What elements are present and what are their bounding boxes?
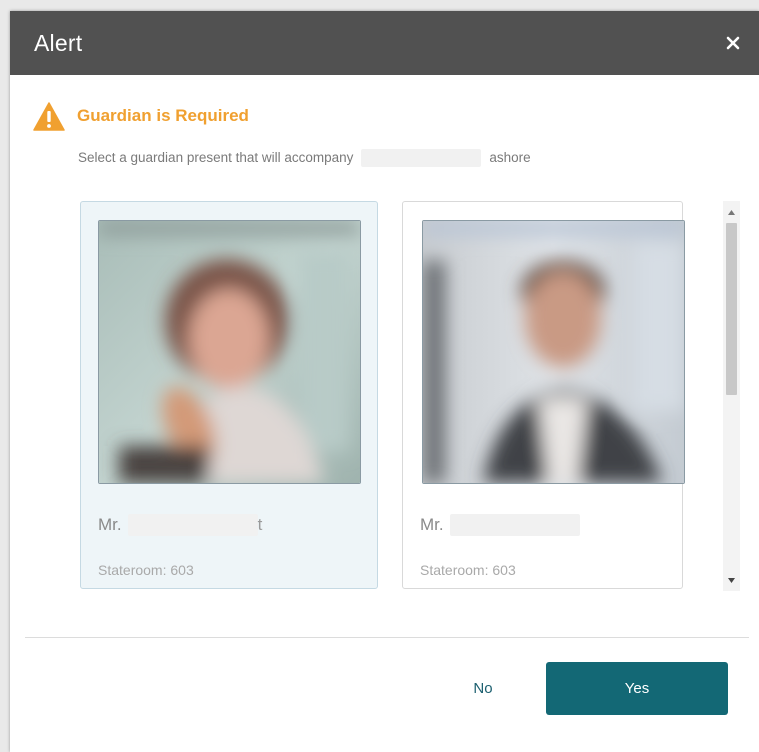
guardian-salutation-1: Mr. <box>98 515 122 534</box>
message-prefix: Select a guardian present that will acco… <box>78 150 354 165</box>
close-icon <box>726 36 740 50</box>
dialog-titlebar: Alert <box>10 11 759 75</box>
warning-icon <box>33 102 65 131</box>
scroll-down-icon <box>728 577 735 583</box>
redacted-guardian-name-1 <box>127 514 258 536</box>
guardian-name-2: Mr. <box>420 514 580 536</box>
scroll-up-button[interactable] <box>723 203 740 221</box>
guardian-salutation-2: Mr. <box>420 515 444 534</box>
guardian-stateroom-2: Stateroom: 603 <box>420 562 516 578</box>
alert-dialog: Alert Guardian is Required Select a guar… <box>10 11 759 752</box>
guardian-photo-1 <box>98 220 361 484</box>
scroll-thumb[interactable] <box>726 223 737 395</box>
scroll-down-button[interactable] <box>723 571 740 589</box>
yes-button[interactable]: Yes <box>546 662 728 715</box>
redacted-passenger-name <box>361 149 482 167</box>
alert-heading: Guardian is Required <box>77 106 249 125</box>
guardian-stateroom-1: Stateroom: 603 <box>98 562 194 578</box>
guardian-name-suffix-1: t <box>257 515 263 534</box>
guardian-name-1: Mr. t <box>98 514 262 536</box>
dialog-title: Alert <box>34 30 83 56</box>
footer-divider <box>25 637 749 638</box>
redacted-guardian-name-2 <box>449 514 580 536</box>
scroll-up-icon <box>728 209 735 215</box>
guardian-photo-2 <box>422 220 685 484</box>
alert-message: Select a guardian present that will acco… <box>78 149 531 167</box>
message-suffix: ashore <box>489 150 531 165</box>
guardian-card-1[interactable]: Mr. t Stateroom: 603 <box>80 201 378 589</box>
no-button[interactable]: No <box>458 677 508 701</box>
guardian-card-2[interactable]: Mr. Stateroom: 603 <box>402 201 685 589</box>
cards-scrollbar[interactable] <box>723 201 740 591</box>
close-button[interactable] <box>719 29 747 57</box>
yes-button-label: Yes <box>624 680 650 697</box>
